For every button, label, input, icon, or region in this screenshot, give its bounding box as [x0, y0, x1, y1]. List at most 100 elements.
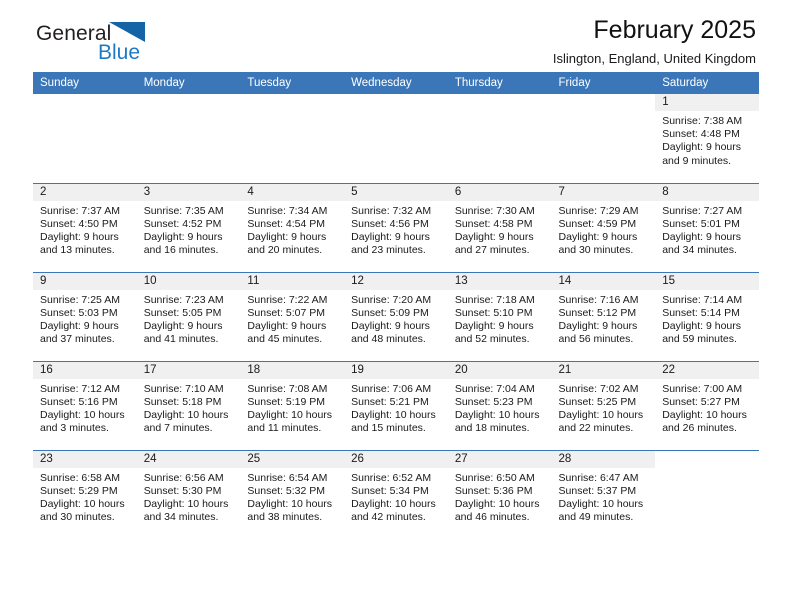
daylight-text: Daylight: 9 hours and 30 minutes. — [558, 230, 638, 257]
sunset-text: Sunset: 5:23 PM — [454, 395, 533, 408]
day-details: Sunrise: 7:30 AM Sunset: 4:58 PM Daylight:… — [448, 201, 552, 258]
day-number — [137, 94, 241, 111]
day-details: Sunrise: 7:12 AM Sunset: 5:16 PM Daylight:… — [33, 379, 137, 436]
calendar-day-cell[interactable]: 1 Sunrise: 7:38 AM Sunset: 4:48 PM Daylight… — [655, 94, 759, 183]
sunrise-text: Sunrise: 6:58 AM — [40, 471, 120, 484]
calendar-day-cell[interactable]: 20 Sunrise: 7:04 AM Sunset: 5:23 PM Dayligh… — [447, 360, 552, 450]
calendar-day-cell[interactable]: 19 Sunrise: 7:06 AM Sunset: 5:21 PM Dayligh… — [344, 360, 448, 450]
day-number — [552, 94, 656, 111]
calendar-day-cell[interactable]: 2 Sunrise: 7:37 AM Sunset: 4:50 PM Daylight… — [33, 182, 137, 272]
daylight-text: Daylight: 9 hours and 13 minutes. — [40, 230, 119, 257]
calendar-day-cell[interactable]: 24 Sunrise: 6:56 AM Sunset: 5:30 PM Dayligh… — [136, 449, 241, 539]
calendar-body: 1 Sunrise: 7:38 AM Sunset: 4:48 PM Daylight… — [33, 94, 759, 539]
day-number: 1 — [655, 94, 759, 111]
day-cell-content — [448, 94, 552, 183]
calendar-day-cell[interactable]: 12 Sunrise: 7:20 AM Sunset: 5:09 PM Dayligh… — [344, 271, 448, 361]
sunset-text: Sunset: 5:14 PM — [662, 306, 740, 319]
sunset-text: Sunset: 5:36 PM — [454, 484, 533, 497]
sunset-text: Sunset: 5:09 PM — [351, 306, 429, 319]
calendar-day-cell[interactable]: 17 Sunrise: 7:10 AM Sunset: 5:18 PM Dayligh… — [136, 360, 241, 450]
day-number: 25 — [240, 450, 345, 468]
calendar-day-cell — [136, 94, 241, 183]
sunrise-text: Sunrise: 7:22 AM — [247, 293, 328, 306]
sunrise-text: Sunrise: 7:14 AM — [662, 293, 743, 306]
calendar-day-cell[interactable]: 3 Sunrise: 7:35 AM Sunset: 4:52 PM Daylight… — [136, 182, 241, 272]
calendar-day-cell[interactable]: 13 Sunrise: 7:18 AM Sunset: 5:10 PM Dayligh… — [447, 271, 552, 361]
calendar-day-cell[interactable]: 22 Sunrise: 7:00 AM Sunset: 5:27 PM Dayligh… — [655, 360, 759, 450]
daylight-text: Daylight: 9 hours and 41 minutes. — [143, 319, 223, 346]
calendar-day-cell[interactable]: 16 Sunrise: 7:12 AM Sunset: 5:16 PM Dayligh… — [33, 360, 137, 450]
sunset-text: Sunset: 4:50 PM — [40, 217, 118, 230]
brand-logo[interactable]: General Blue — [36, 22, 216, 72]
weekday-monday: Monday — [136, 72, 241, 94]
sunrise-text: Sunrise: 7:06 AM — [351, 382, 432, 395]
sunrise-text: Sunrise: 7:12 AM — [40, 382, 120, 395]
sunset-text: Sunset: 5:27 PM — [662, 395, 740, 408]
sunrise-text: Sunrise: 7:30 AM — [454, 204, 535, 217]
calendar-day-cell[interactable]: 10 Sunrise: 7:23 AM Sunset: 5:05 PM Dayligh… — [136, 271, 241, 361]
day-cell-content: 6 Sunrise: 7:30 AM Sunset: 4:58 PM Daylight… — [447, 183, 552, 272]
calendar-day-cell[interactable]: 11 Sunrise: 7:22 AM Sunset: 5:07 PM Dayligh… — [240, 271, 345, 361]
sunset-text: Sunset: 4:58 PM — [454, 217, 533, 230]
daylight-text: Daylight: 9 hours and 59 minutes. — [662, 319, 742, 346]
calendar-day-cell[interactable]: 26 Sunrise: 6:52 AM Sunset: 5:34 PM Dayligh… — [344, 449, 448, 539]
sunset-text: Sunset: 5:12 PM — [558, 306, 637, 319]
day-cell-content: 13 Sunrise: 7:18 AM Sunset: 5:10 PM Dayligh… — [447, 272, 552, 361]
sunrise-text: Sunrise: 6:54 AM — [247, 471, 328, 484]
day-cell-content: 27 Sunrise: 6:50 AM Sunset: 5:36 PM Dayligh… — [447, 450, 552, 540]
calendar-day-cell[interactable]: 7 Sunrise: 7:29 AM Sunset: 4:59 PM Daylight… — [551, 182, 656, 272]
calendar-week-row: 16 Sunrise: 7:12 AM Sunset: 5:16 PM Dayligh… — [33, 360, 759, 450]
day-details: Sunrise: 7:04 AM Sunset: 5:23 PM Daylight:… — [448, 379, 552, 436]
day-number — [240, 94, 344, 111]
day-details: Sunrise: 6:47 AM Sunset: 5:37 PM Daylight:… — [552, 468, 656, 525]
day-cell-content: 8 Sunrise: 7:27 AM Sunset: 5:01 PM Daylight… — [655, 183, 759, 272]
sunrise-text: Sunrise: 7:18 AM — [454, 293, 535, 306]
calendar-day-cell[interactable]: 5 Sunrise: 7:32 AM Sunset: 4:56 PM Daylight… — [344, 182, 448, 272]
sunset-text: Sunset: 5:18 PM — [143, 395, 222, 408]
day-details: Sunrise: 6:58 AM Sunset: 5:29 PM Daylight:… — [33, 468, 137, 525]
daylight-text: Daylight: 9 hours and 23 minutes. — [351, 230, 430, 257]
calendar-day-cell[interactable]: 6 Sunrise: 7:30 AM Sunset: 4:58 PM Daylight… — [447, 182, 552, 272]
calendar-day-cell[interactable]: 21 Sunrise: 7:02 AM Sunset: 5:25 PM Dayligh… — [551, 360, 656, 450]
weekday-thursday: Thursday — [447, 72, 552, 94]
daylight-text: Daylight: 10 hours and 18 minutes. — [454, 408, 540, 435]
calendar-grid: Sunday Monday Tuesday Wednesday Thursday… — [33, 72, 759, 539]
day-cell-content — [33, 94, 137, 183]
day-details: Sunrise: 6:50 AM Sunset: 5:36 PM Daylight:… — [448, 468, 552, 525]
day-cell-content: 19 Sunrise: 7:06 AM Sunset: 5:21 PM Dayligh… — [344, 361, 448, 450]
calendar-day-cell[interactable]: 25 Sunrise: 6:54 AM Sunset: 5:32 PM Dayligh… — [240, 449, 345, 539]
calendar-day-cell — [33, 94, 137, 183]
sunrise-text: Sunrise: 7:29 AM — [558, 204, 639, 217]
calendar-day-cell[interactable]: 15 Sunrise: 7:14 AM Sunset: 5:14 PM Dayligh… — [655, 271, 759, 361]
sunrise-text: Sunrise: 7:34 AM — [247, 204, 328, 217]
daylight-text: Daylight: 10 hours and 11 minutes. — [247, 408, 333, 435]
sunrise-text: Sunrise: 7:32 AM — [351, 204, 432, 217]
daylight-text: Daylight: 9 hours and 27 minutes. — [454, 230, 534, 257]
day-number — [655, 451, 759, 468]
calendar-day-cell[interactable]: 9 Sunrise: 7:25 AM Sunset: 5:03 PM Daylight… — [33, 271, 137, 361]
day-number: 16 — [33, 361, 137, 379]
calendar-day-cell[interactable]: 8 Sunrise: 7:27 AM Sunset: 5:01 PM Daylight… — [655, 182, 759, 272]
day-details: Sunrise: 7:38 AM Sunset: 4:48 PM Daylight:… — [655, 111, 759, 168]
sunrise-text: Sunrise: 6:47 AM — [558, 471, 639, 484]
daylight-text: Daylight: 10 hours and 42 minutes. — [351, 497, 436, 524]
calendar-day-cell[interactable]: 23 Sunrise: 6:58 AM Sunset: 5:29 PM Dayligh… — [33, 449, 137, 539]
calendar-day-cell — [655, 449, 759, 539]
day-number: 9 — [33, 272, 137, 290]
sunset-text: Sunset: 5:25 PM — [558, 395, 637, 408]
calendar-day-cell[interactable]: 27 Sunrise: 6:50 AM Sunset: 5:36 PM Dayligh… — [447, 449, 552, 540]
day-cell-content — [552, 94, 656, 183]
calendar-day-cell[interactable]: 28 Sunrise: 6:47 AM Sunset: 5:37 PM Dayligh… — [551, 449, 656, 539]
daylight-text: Daylight: 10 hours and 38 minutes. — [247, 497, 333, 524]
day-cell-content: 4 Sunrise: 7:34 AM Sunset: 4:54 PM Daylight… — [240, 183, 345, 272]
calendar-day-cell[interactable]: 18 Sunrise: 7:08 AM Sunset: 5:19 PM Dayligh… — [240, 360, 345, 450]
day-details: Sunrise: 7:16 AM Sunset: 5:12 PM Daylight:… — [552, 290, 656, 347]
day-cell-content: 22 Sunrise: 7:00 AM Sunset: 5:27 PM Dayligh… — [655, 361, 759, 450]
daylight-text: Daylight: 9 hours and 48 minutes. — [351, 319, 430, 346]
calendar-day-cell[interactable]: 14 Sunrise: 7:16 AM Sunset: 5:12 PM Dayligh… — [551, 271, 656, 361]
sunrise-text: Sunrise: 7:25 AM — [40, 293, 120, 306]
sunrise-text: Sunrise: 7:27 AM — [662, 204, 743, 217]
calendar-day-cell[interactable]: 4 Sunrise: 7:34 AM Sunset: 4:54 PM Daylight… — [240, 182, 345, 272]
calendar-day-cell — [344, 94, 448, 183]
calendar-week-row: 9 Sunrise: 7:25 AM Sunset: 5:03 PM Daylight… — [33, 271, 759, 361]
